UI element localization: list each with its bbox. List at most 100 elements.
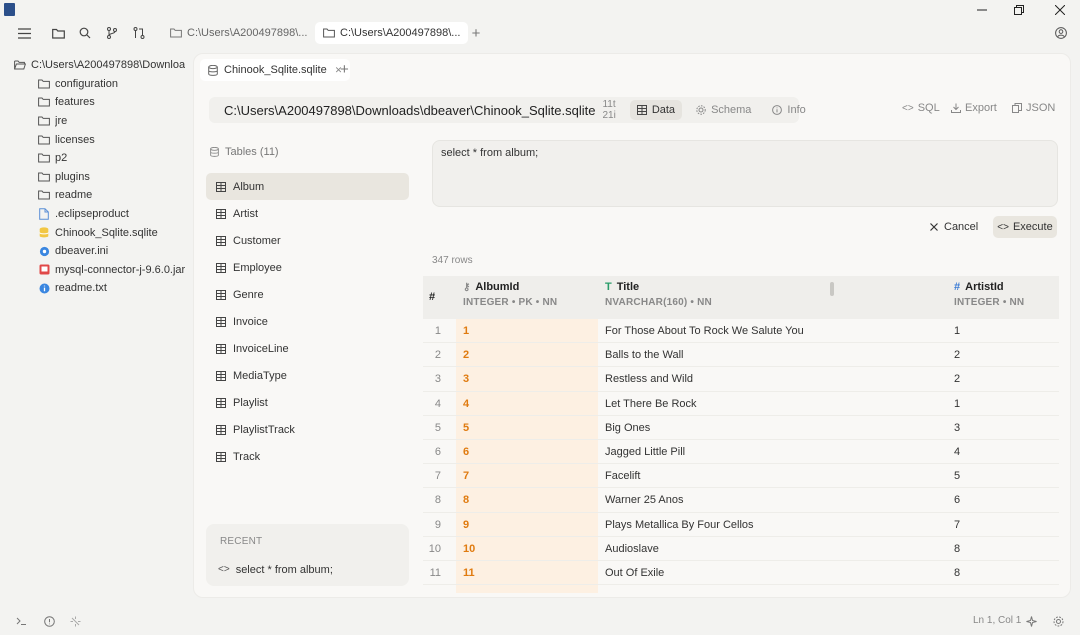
artist-id-cell[interactable]: 6 (954, 494, 960, 506)
artist-id-cell[interactable]: 3 (954, 422, 960, 434)
table-item-invoice[interactable]: Invoice (206, 308, 409, 335)
sql-editor[interactable]: select * from album; (432, 140, 1058, 207)
account-icon[interactable] (1052, 24, 1070, 42)
artist-id-cell[interactable]: 2 (954, 373, 960, 385)
git-branch-icon[interactable] (103, 24, 121, 42)
album-id-cell[interactable]: 3 (463, 373, 469, 385)
ai-sparkle-icon[interactable] (1024, 614, 1038, 628)
title-cell[interactable]: Warner 25 Anos (605, 494, 683, 506)
title-cell[interactable]: Balls to the Wall (605, 349, 683, 361)
album-id-cell[interactable]: 10 (463, 543, 475, 555)
tree-item[interactable]: Chinook_Sqlite.sqlite (14, 223, 190, 242)
settings-gear-icon[interactable] (1051, 614, 1065, 628)
album-id-cell[interactable]: 8 (463, 494, 469, 506)
album-id-cell[interactable]: 7 (463, 470, 469, 482)
table-row[interactable]: 11 11 Out Of Exile 8 (423, 561, 1059, 586)
table-row[interactable]: 5 5 Big Ones 3 (423, 416, 1059, 440)
tab-data[interactable]: Data (629, 100, 683, 120)
title-cell[interactable]: Jagged Little Pill (605, 446, 685, 458)
table-row[interactable]: 4 4 Let There Be Rock 1 (423, 392, 1059, 416)
search-icon[interactable] (76, 24, 94, 42)
artist-id-cell[interactable]: 1 (954, 325, 960, 337)
table-item-invoiceline[interactable]: InvoiceLine (206, 335, 409, 362)
table-item-playlist[interactable]: Playlist (206, 389, 409, 416)
tree-item[interactable]: mysql-connector-j-9.6.0.jar (14, 261, 190, 280)
menu-icon[interactable] (15, 24, 33, 42)
artist-id-cell[interactable]: 2 (954, 349, 960, 361)
json-button[interactable]: JSON (1012, 102, 1055, 114)
new-tab-button[interactable]: + (467, 24, 485, 42)
table-row[interactable]: 1 1 For Those About To Rock We Salute You 1 (423, 319, 1059, 344)
col-header-albumid[interactable]: ⚷ AlbumId INTEGER • PK • NN (463, 281, 557, 308)
title-cell[interactable]: Audioslave (605, 543, 659, 555)
table-row[interactable]: 8 8 Warner 25 Anos 6 (423, 488, 1059, 513)
table-item-playlisttrack[interactable]: PlaylistTrack (206, 416, 409, 443)
album-id-cell[interactable]: 6 (463, 446, 469, 458)
table-item-employee[interactable]: Employee (206, 254, 409, 281)
artist-id-cell[interactable]: 8 (954, 567, 960, 579)
recent-query[interactable]: <> select * from album; (218, 564, 333, 576)
artist-id-cell[interactable]: 4 (954, 446, 960, 458)
close-window-button[interactable] (1038, 0, 1080, 20)
path-tab-active[interactable]: C:\Users\A200497898\... (315, 22, 469, 44)
new-doc-tab-button[interactable]: + (340, 61, 349, 78)
album-id-cell[interactable]: 5 (463, 422, 469, 434)
table-item-artist[interactable]: Artist (206, 200, 409, 227)
table-item-track[interactable]: Track (206, 443, 409, 470)
maximize-button[interactable] (997, 0, 1041, 20)
grid-scrollbar[interactable] (830, 282, 834, 296)
tree-root[interactable]: C:\Users\A200497898\Downloa (14, 56, 190, 75)
col-header-title[interactable]: T Title NVARCHAR(160) • NN (605, 281, 712, 308)
table-row[interactable]: 2 2 Balls to the Wall 2 (423, 343, 1059, 368)
table-row[interactable]: 6 6 Jagged Little Pill 4 (423, 440, 1059, 465)
table-row[interactable]: 9 9 Plays Metallica By Four Cellos 7 (423, 513, 1059, 537)
tree-item[interactable]: .eclipseproduct (14, 205, 190, 224)
artist-id-cell[interactable]: 8 (954, 543, 960, 555)
git-compare-icon[interactable] (130, 24, 148, 42)
table-row[interactable]: 7 7 Facelift 5 (423, 464, 1059, 489)
alert-icon[interactable] (42, 614, 56, 628)
export-button[interactable]: Export (951, 102, 997, 114)
artist-id-cell[interactable]: 7 (954, 519, 960, 531)
tree-item[interactable]: p2 (14, 149, 190, 168)
tab-schema[interactable]: Schema (689, 100, 758, 120)
doc-tab[interactable]: Chinook_Sqlite.sqlite ✕ (200, 59, 351, 81)
table-row[interactable]: 3 3 Restless and Wild 2 (423, 367, 1059, 392)
album-id-cell[interactable]: 4 (463, 398, 469, 410)
execute-button[interactable]: <> Execute (993, 216, 1057, 238)
artist-id-cell[interactable]: 1 (954, 398, 960, 410)
album-id-cell[interactable]: 2 (463, 349, 469, 361)
tab-info[interactable]: Info (765, 100, 812, 120)
title-cell[interactable]: For Those About To Rock We Salute You (605, 325, 804, 337)
album-id-cell[interactable]: 9 (463, 519, 469, 531)
tree-item[interactable]: configuration (14, 75, 190, 94)
table-item-genre[interactable]: Genre (206, 281, 409, 308)
tree-item[interactable]: features (14, 93, 190, 112)
tree-item[interactable]: jre (14, 112, 190, 131)
table-row[interactable]: 10 10 Audioslave 8 (423, 537, 1059, 561)
title-cell[interactable]: Restless and Wild (605, 373, 693, 385)
col-header-artistid[interactable]: # ArtistId INTEGER • NN (954, 281, 1024, 308)
tree-item[interactable]: readme.txt (14, 279, 190, 298)
tree-item[interactable]: plugins (14, 168, 190, 187)
folder-open-icon[interactable] (49, 24, 67, 42)
title-cell[interactable]: Facelift (605, 470, 640, 482)
title-cell[interactable]: Plays Metallica By Four Cellos (605, 519, 754, 531)
table-item-mediatype[interactable]: MediaType (206, 362, 409, 389)
title-cell[interactable]: Big Ones (605, 422, 650, 434)
title-cell[interactable]: Out Of Exile (605, 567, 664, 579)
tree-item[interactable]: dbeaver.ini (14, 242, 190, 261)
cancel-button[interactable]: Cancel (930, 216, 978, 238)
tree-item[interactable]: licenses (14, 130, 190, 149)
artist-id-cell[interactable]: 5 (954, 470, 960, 482)
album-id-cell[interactable]: 11 (463, 567, 475, 579)
table-item-customer[interactable]: Customer (206, 227, 409, 254)
sql-button[interactable]: <> SQL (902, 102, 940, 114)
title-cell[interactable]: Let There Be Rock (605, 398, 697, 410)
album-id-cell[interactable]: 1 (463, 325, 469, 337)
plugin-off-icon[interactable] (68, 614, 82, 628)
terminal-icon[interactable] (14, 614, 28, 628)
path-tab[interactable]: C:\Users\A200497898\... (162, 22, 315, 44)
table-item-album[interactable]: Album (206, 173, 409, 200)
tree-item[interactable]: readme (14, 186, 190, 205)
